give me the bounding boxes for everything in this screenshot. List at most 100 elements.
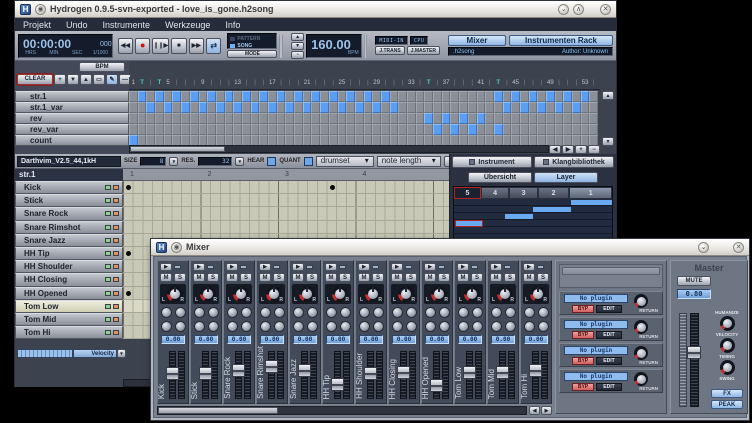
- rewind-button[interactable]: ◀◀: [118, 38, 133, 54]
- fx-send-knob[interactable]: [439, 321, 450, 332]
- window-menu-icon[interactable]: ◉: [35, 4, 46, 15]
- timeline-number[interactable]: 17: [268, 77, 277, 89]
- fx-return-knob[interactable]: [634, 372, 648, 386]
- song-cell[interactable]: [311, 113, 320, 124]
- song-cell[interactable]: [485, 91, 494, 102]
- note-grid-row-stick[interactable]: [123, 194, 449, 207]
- song-cell[interactable]: [190, 124, 199, 135]
- song-cell[interactable]: [146, 124, 155, 135]
- fx-send-knob[interactable]: [359, 321, 370, 332]
- instrument-play-led[interactable]: [105, 198, 111, 203]
- song-cell[interactable]: [546, 102, 555, 113]
- instrument-row-hh-opened[interactable]: HH Opened: [15, 287, 123, 300]
- song-cell[interactable]: [164, 113, 173, 124]
- timeline-tick[interactable]: |: [172, 77, 181, 89]
- song-cell[interactable]: [259, 124, 268, 135]
- song-cell-active[interactable]: [294, 91, 303, 102]
- solo-button[interactable]: S: [174, 273, 186, 282]
- pattern-row-rev_var[interactable]: rev_var: [15, 124, 129, 135]
- song-cell[interactable]: [477, 124, 486, 135]
- song-cell[interactable]: [537, 124, 546, 135]
- song-cell[interactable]: [225, 124, 234, 135]
- song-cell[interactable]: [581, 102, 590, 113]
- timeline-tick[interactable]: |: [563, 77, 572, 89]
- show-fx-button[interactable]: FX: [711, 389, 743, 398]
- scroll-left-button[interactable]: ◀: [549, 145, 561, 154]
- instrument-play-led[interactable]: [105, 251, 111, 256]
- song-cell[interactable]: [433, 113, 442, 124]
- fx-send-knob[interactable]: [260, 307, 271, 318]
- timeline-tick[interactable]: |: [242, 77, 251, 89]
- song-cell[interactable]: [416, 113, 425, 124]
- fx-send-knob[interactable]: [491, 321, 502, 332]
- instrument-play-led[interactable]: [105, 185, 111, 190]
- song-cell[interactable]: [364, 113, 373, 124]
- song-cell[interactable]: [555, 113, 564, 124]
- song-cell-active[interactable]: [503, 102, 512, 113]
- song-cell-active[interactable]: [146, 102, 155, 113]
- layer-row[interactable]: [454, 220, 612, 227]
- song-cell[interactable]: [477, 91, 486, 102]
- show-peaks-button[interactable]: PEAK: [711, 400, 743, 409]
- song-cell[interactable]: [285, 124, 294, 135]
- mixer-close-button[interactable]: ✕: [733, 242, 744, 253]
- note-grid-row-snare-rock[interactable]: [123, 207, 449, 220]
- fx-send-knob[interactable]: [406, 307, 417, 318]
- timeline-tick[interactable]: |: [555, 77, 564, 89]
- song-cell-active[interactable]: [199, 102, 208, 113]
- fx-send-knob[interactable]: [538, 321, 549, 332]
- master-fader-handle[interactable]: [687, 346, 701, 359]
- song-cell[interactable]: [503, 113, 512, 124]
- song-cell[interactable]: [355, 124, 364, 135]
- timeline-tick[interactable]: |: [503, 77, 512, 89]
- song-cell-active[interactable]: [268, 102, 277, 113]
- song-cell[interactable]: [581, 113, 590, 124]
- song-cell[interactable]: [563, 113, 572, 124]
- fx-send-knob[interactable]: [373, 321, 384, 332]
- song-cell[interactable]: [372, 113, 381, 124]
- fx-send-knob[interactable]: [458, 307, 469, 318]
- fx-bypass-button[interactable]: BYP: [572, 305, 594, 313]
- instrument-play-led[interactable]: [105, 291, 111, 296]
- fx-send-knob[interactable]: [241, 307, 252, 318]
- scroll-right-button[interactable]: ▶: [562, 145, 574, 154]
- song-cell-active[interactable]: [251, 102, 260, 113]
- instrument-mute-led[interactable]: [113, 317, 119, 322]
- song-pattern-grid[interactable]: [129, 91, 600, 146]
- fx-send-knob[interactable]: [425, 321, 436, 332]
- mute-button[interactable]: M: [391, 273, 403, 282]
- instrument-mute-led[interactable]: [113, 264, 119, 269]
- timeline-number[interactable]: 29: [372, 77, 381, 89]
- velocity-dropdown-button[interactable]: ▾: [117, 349, 126, 358]
- song-cell[interactable]: [372, 91, 381, 102]
- fx-send-knob[interactable]: [293, 307, 304, 318]
- song-cell[interactable]: [407, 124, 416, 135]
- resolution-dropdown-button[interactable]: ▾: [235, 157, 244, 166]
- song-cell[interactable]: [294, 102, 303, 113]
- timeline-tag-marker[interactable]: T: [494, 77, 503, 89]
- song-cell[interactable]: [199, 124, 208, 135]
- solo-button[interactable]: S: [504, 273, 516, 282]
- fx-send-knob[interactable]: [274, 307, 285, 318]
- song-cell[interactable]: [529, 113, 538, 124]
- mixer-shade-button[interactable]: ⌄: [698, 242, 709, 253]
- fx-edit-button[interactable]: EDIT: [596, 357, 622, 365]
- song-cell-active[interactable]: [285, 102, 294, 113]
- main-titlebar[interactable]: H ◉ Hydrogen 0.9.5-svn-exported - love_i…: [15, 1, 616, 18]
- timeline-tick[interactable]: |: [277, 77, 286, 89]
- song-cell[interactable]: [390, 113, 399, 124]
- fx-bypass-button[interactable]: BYP: [572, 383, 594, 391]
- song-cell[interactable]: [450, 91, 459, 102]
- bpm-up-button[interactable]: ▲: [291, 33, 304, 41]
- song-cell[interactable]: [346, 102, 355, 113]
- timeline-number[interactable]: 37: [442, 77, 451, 89]
- strip-play-button[interactable]: ▶: [292, 263, 304, 271]
- song-cell[interactable]: [181, 113, 190, 124]
- instrument-play-led[interactable]: [105, 304, 111, 309]
- pattern-ruler[interactable]: 1234: [123, 169, 449, 181]
- menu-item-instrumente[interactable]: Instrumente: [103, 20, 151, 30]
- mute-button[interactable]: M: [523, 273, 535, 282]
- fx-send-knob[interactable]: [359, 307, 370, 318]
- song-cell[interactable]: [589, 113, 598, 124]
- song-cell-active[interactable]: [338, 102, 347, 113]
